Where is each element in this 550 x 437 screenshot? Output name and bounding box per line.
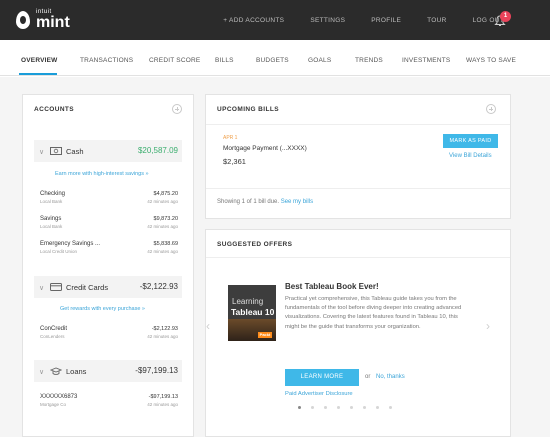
graduation-cap-icon <box>50 367 62 375</box>
profile-link[interactable]: PROFILE <box>371 17 401 24</box>
cash-total: $20,587.09 <box>137 146 178 155</box>
tour-link[interactable]: TOUR <box>427 17 447 24</box>
view-bill-details-link[interactable]: View Bill Details <box>449 153 492 159</box>
loans-total: -$97,199.13 <box>135 366 178 375</box>
suggested-offers-title: SUGGESTED OFFERS <box>217 241 293 248</box>
offer-book-image[interactable]: Learning Tableau 10 Packt <box>228 285 276 341</box>
see-my-bills-link[interactable]: See my bills <box>281 199 313 205</box>
account-institution: ConLenders <box>40 334 65 339</box>
carousel-dot[interactable] <box>376 406 379 409</box>
mark-as-paid-button[interactable]: MARK AS PAID <box>443 134 498 148</box>
account-institution: Local Bank <box>40 224 63 229</box>
tab-budgets[interactable]: BUDGETS <box>256 57 289 64</box>
tab-investments[interactable]: INVESTMENTS <box>402 57 450 64</box>
account-institution: Local Credit Union <box>40 249 78 254</box>
account-balance: -$2,122.93 <box>151 326 178 332</box>
tab-credit-score[interactable]: CREDIT SCORE <box>149 57 200 64</box>
account-name[interactable]: ConCredit <box>40 326 67 332</box>
learn-more-button[interactable]: LEARN MORE <box>285 369 359 386</box>
notification-badge: 1 <box>500 11 511 22</box>
account-updated: 42 minutes ago <box>147 334 178 339</box>
account-updated: 42 minutes ago <box>147 249 178 254</box>
mint-leaf-icon <box>16 11 30 29</box>
cash-header[interactable]: ∨ Cash $20,587.09 <box>34 140 182 162</box>
bill-due-date: APR 1 <box>223 135 238 141</box>
tab-ways-to-save[interactable]: WAYS TO SAVE <box>466 57 516 64</box>
tab-overview[interactable]: OVERVIEW <box>21 57 58 64</box>
account-updated: 42 minutes ago <box>147 199 178 204</box>
add-bill-icon[interactable] <box>486 104 496 114</box>
no-thanks-link[interactable]: No, thanks <box>376 374 405 380</box>
tab-transactions[interactable]: TRANSACTIONS <box>80 57 133 64</box>
account-institution: Local Bank <box>40 199 63 204</box>
credit-card-icon <box>50 283 62 291</box>
brand-name: mint <box>36 14 70 31</box>
book-cover-line2: Tableau 10 <box>231 307 275 317</box>
cash-label: Cash <box>66 147 84 156</box>
bill-amount: $2,361 <box>223 157 246 166</box>
rewards-promo-link[interactable]: Get rewards with every purchase » <box>60 306 145 312</box>
account-balance: -$97,199.13 <box>148 394 178 400</box>
carousel-dot[interactable] <box>311 406 314 409</box>
paid-advertiser-disclosure-link[interactable]: Paid Advertiser Disclosure <box>285 391 353 397</box>
account-institution: Mortgage Co <box>40 402 67 407</box>
tab-trends[interactable]: TRENDS <box>355 57 383 64</box>
credit-cards-header[interactable]: ∨ Credit Cards -$2,122.93 <box>34 276 182 298</box>
account-name[interactable]: Checking <box>40 191 65 197</box>
bill-name[interactable]: Mortgage Payment (...XXXX) <box>223 145 307 152</box>
active-tab-indicator <box>19 73 57 75</box>
account-updated: 42 minutes ago <box>147 224 178 229</box>
carousel-pagination <box>298 406 402 409</box>
carousel-dot[interactable] <box>337 406 340 409</box>
account-balance: $4,875.20 <box>153 191 178 197</box>
mint-logo[interactable]: intuit mint <box>16 9 70 31</box>
book-cover-line1: Learning <box>232 297 264 306</box>
loans-label: Loans <box>66 367 87 376</box>
carousel-dot[interactable] <box>389 406 392 409</box>
account-balance: $5,838.69 <box>153 241 178 247</box>
chevron-down-icon[interactable]: ∨ <box>39 148 44 156</box>
carousel-dot[interactable] <box>350 406 353 409</box>
bills-showing-text: Showing 1 of 1 bill due. <box>217 199 280 205</box>
carousel-dot[interactable] <box>298 406 301 409</box>
carousel-prev-icon[interactable]: ‹ <box>206 319 210 333</box>
divider <box>206 188 510 189</box>
divider <box>206 257 510 258</box>
main-nav: OVERVIEW TRANSACTIONS CREDIT SCORE BILLS… <box>0 44 550 76</box>
chevron-down-icon[interactable]: ∨ <box>39 284 44 292</box>
top-bar: intuit mint + ADD ACCOUNTS SETTINGS PROF… <box>0 0 550 40</box>
accounts-title: ACCOUNTS <box>34 106 75 113</box>
account-name[interactable]: Savings <box>40 216 61 222</box>
chevron-down-icon[interactable]: ∨ <box>39 368 44 376</box>
offer-description: Practical yet comprehensive, this Tablea… <box>285 296 462 330</box>
account-balance: $9,873.20 <box>153 216 178 222</box>
savings-promo-link[interactable]: Earn more with high-interest savings » <box>55 171 149 177</box>
divider <box>206 124 510 125</box>
tab-goals[interactable]: GOALS <box>308 57 331 64</box>
tab-bills[interactable]: BILLS <box>215 57 234 64</box>
publisher-badge: Packt <box>258 332 272 338</box>
carousel-dot[interactable] <box>324 406 327 409</box>
account-updated: 42 minutes ago <box>147 402 178 407</box>
carousel-next-icon[interactable]: › <box>486 319 490 333</box>
carousel-dot[interactable] <box>363 406 366 409</box>
cash-icon <box>50 147 62 155</box>
or-text: or <box>365 374 371 380</box>
account-name[interactable]: XXXXXX6873 <box>40 394 77 400</box>
credit-cards-label: Credit Cards <box>66 283 109 292</box>
top-nav: + ADD ACCOUNTS SETTINGS PROFILE TOUR LOG… <box>197 0 504 40</box>
credit-cards-total: -$2,122.93 <box>139 282 178 291</box>
offer-headline: Best Tableau Book Ever! <box>285 282 379 291</box>
settings-link[interactable]: SETTINGS <box>310 17 345 24</box>
upcoming-bills-title: UPCOMING BILLS <box>217 106 279 113</box>
add-account-icon[interactable] <box>172 104 182 114</box>
loans-header[interactable]: ∨ Loans -$97,199.13 <box>34 360 182 382</box>
account-name[interactable]: Emergency Savings ... <box>40 241 100 247</box>
add-accounts-link[interactable]: + ADD ACCOUNTS <box>223 17 284 24</box>
